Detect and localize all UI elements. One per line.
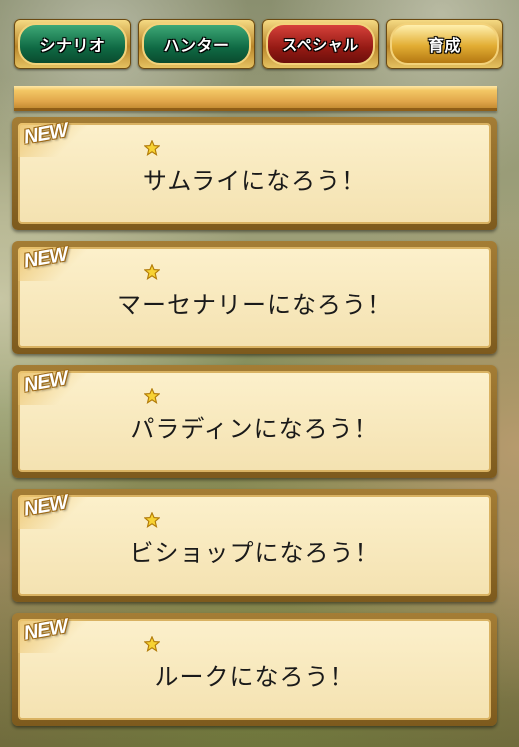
star-icon <box>144 388 160 404</box>
tab-training-label: 育成 <box>390 23 499 65</box>
mission-title: サムライになろう！ <box>142 167 367 195</box>
star-icon <box>144 636 160 652</box>
tab-training[interactable]: 育成 <box>386 19 503 69</box>
tab-hunter-label: ハンター <box>142 23 251 65</box>
mission-card[interactable]: NEW サムライになろう！ <box>12 117 497 230</box>
tab-hunter[interactable]: ハンター <box>138 19 255 69</box>
star-icon <box>144 264 160 280</box>
mission-title: ビショップになろう！ <box>129 539 380 567</box>
tab-scenario-label: シナリオ <box>18 23 127 65</box>
mission-card[interactable]: NEW パラディンになろう！ <box>12 365 497 478</box>
mission-title: マーセナリーになろう！ <box>117 291 392 319</box>
tab-special-label: スペシャル <box>266 23 375 65</box>
tab-scenario[interactable]: シナリオ <box>14 19 131 69</box>
mission-card[interactable]: NEW ルークになろう！ <box>12 613 497 726</box>
list-header-strip <box>14 86 497 111</box>
mission-title: ルークになろう！ <box>154 663 355 691</box>
tab-special[interactable]: スペシャル <box>262 19 379 69</box>
star-icon <box>144 512 160 528</box>
mission-card[interactable]: NEW マーセナリーになろう！ <box>12 241 497 354</box>
mission-card[interactable]: NEW ビショップになろう！ <box>12 489 497 602</box>
star-icon <box>144 140 160 156</box>
category-tab-bar: シナリオ ハンター スペシャル 育成 <box>14 19 503 69</box>
mission-title: パラディンになろう！ <box>130 415 379 443</box>
